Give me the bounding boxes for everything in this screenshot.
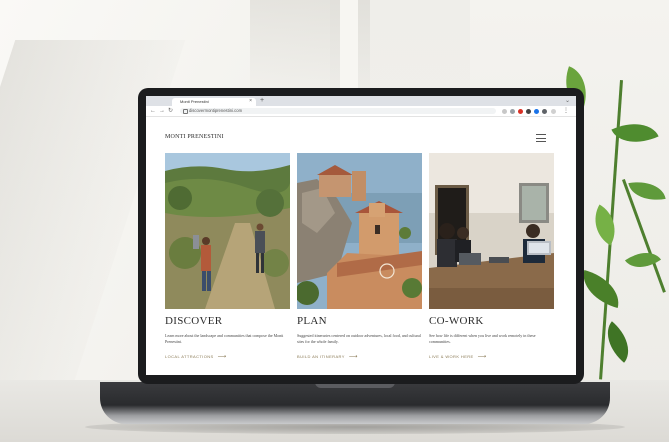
lock-icon bbox=[183, 109, 188, 114]
address-bar[interactable]: discovermontiprenestini.com bbox=[180, 108, 496, 114]
adblock-icon[interactable] bbox=[518, 109, 523, 114]
arrow-right-icon: ⟶ bbox=[477, 354, 487, 360]
browser-menu-icon[interactable]: ⋮ bbox=[563, 107, 569, 115]
browser-tab[interactable]: Monti Prenestini × bbox=[172, 98, 256, 106]
card-title: PLAN bbox=[297, 315, 327, 327]
bookmark-star-icon[interactable] bbox=[510, 109, 515, 114]
new-tab-icon[interactable]: + bbox=[260, 97, 264, 105]
browser-toolbar: ← → ↻ discovermontiprenestini.com ⋮ bbox=[146, 106, 576, 117]
laptop-base bbox=[100, 382, 610, 424]
card-description: Suggested itineraries centered on outdoo… bbox=[297, 333, 421, 344]
url-text: discovermontiprenestini.com bbox=[189, 108, 243, 113]
card-title: CO-WORK bbox=[429, 315, 484, 327]
laptop-screen: Monti Prenestini × + ⌄ ← → ↻ discovermon… bbox=[146, 96, 576, 375]
build-itinerary-link[interactable]: BUILD AN ITINERARY ⟶ bbox=[297, 353, 358, 360]
tab-close-icon[interactable]: × bbox=[249, 98, 252, 105]
card-title: DISCOVER bbox=[165, 315, 223, 327]
live-work-link[interactable]: LIVE & WORK HERE ⟶ bbox=[429, 353, 487, 360]
tab-search-icon[interactable]: ⌄ bbox=[565, 97, 570, 105]
reload-icon[interactable]: ↻ bbox=[168, 107, 173, 115]
village-photo bbox=[297, 153, 422, 309]
forward-icon[interactable]: → bbox=[159, 107, 165, 115]
browser-tabbar: Monti Prenestini × + ⌄ bbox=[146, 96, 576, 112]
profile-avatar[interactable] bbox=[551, 109, 556, 114]
link-label: BUILD AN ITINERARY bbox=[297, 354, 345, 359]
photo-scene: Monti Prenestini × + ⌄ ← → ↻ discovermon… bbox=[0, 0, 669, 442]
extension-icon-3[interactable] bbox=[534, 109, 539, 114]
card-cowork: CO-WORK See how life is different when y… bbox=[429, 153, 554, 360]
hikers-photo bbox=[165, 153, 290, 309]
arrow-right-icon: ⟶ bbox=[217, 354, 227, 360]
card-discover: DISCOVER Learn more about the landscape … bbox=[165, 153, 290, 360]
extension-icon-2[interactable] bbox=[526, 109, 531, 114]
card-plan: PLAN Suggested itineraries centered on o… bbox=[297, 153, 422, 360]
tab-title: Monti Prenestini bbox=[180, 99, 209, 104]
link-label: LIVE & WORK HERE bbox=[429, 354, 474, 359]
link-label: LOCAL ATTRACTIONS bbox=[165, 354, 214, 359]
site-title[interactable]: MONTI PRENESTINI bbox=[165, 134, 224, 140]
back-icon[interactable]: ← bbox=[150, 107, 156, 115]
extension-icon[interactable] bbox=[502, 109, 507, 114]
extensions-puzzle-icon[interactable] bbox=[542, 109, 547, 114]
card-description: Learn more about the landscape and commu… bbox=[165, 333, 284, 344]
card-description: See how life is different when you live … bbox=[429, 333, 536, 344]
hamburger-menu-icon[interactable] bbox=[536, 134, 546, 142]
coworking-photo bbox=[429, 153, 554, 309]
arrow-right-icon: ⟶ bbox=[348, 354, 358, 360]
local-attractions-link[interactable]: LOCAL ATTRACTIONS ⟶ bbox=[165, 353, 227, 360]
